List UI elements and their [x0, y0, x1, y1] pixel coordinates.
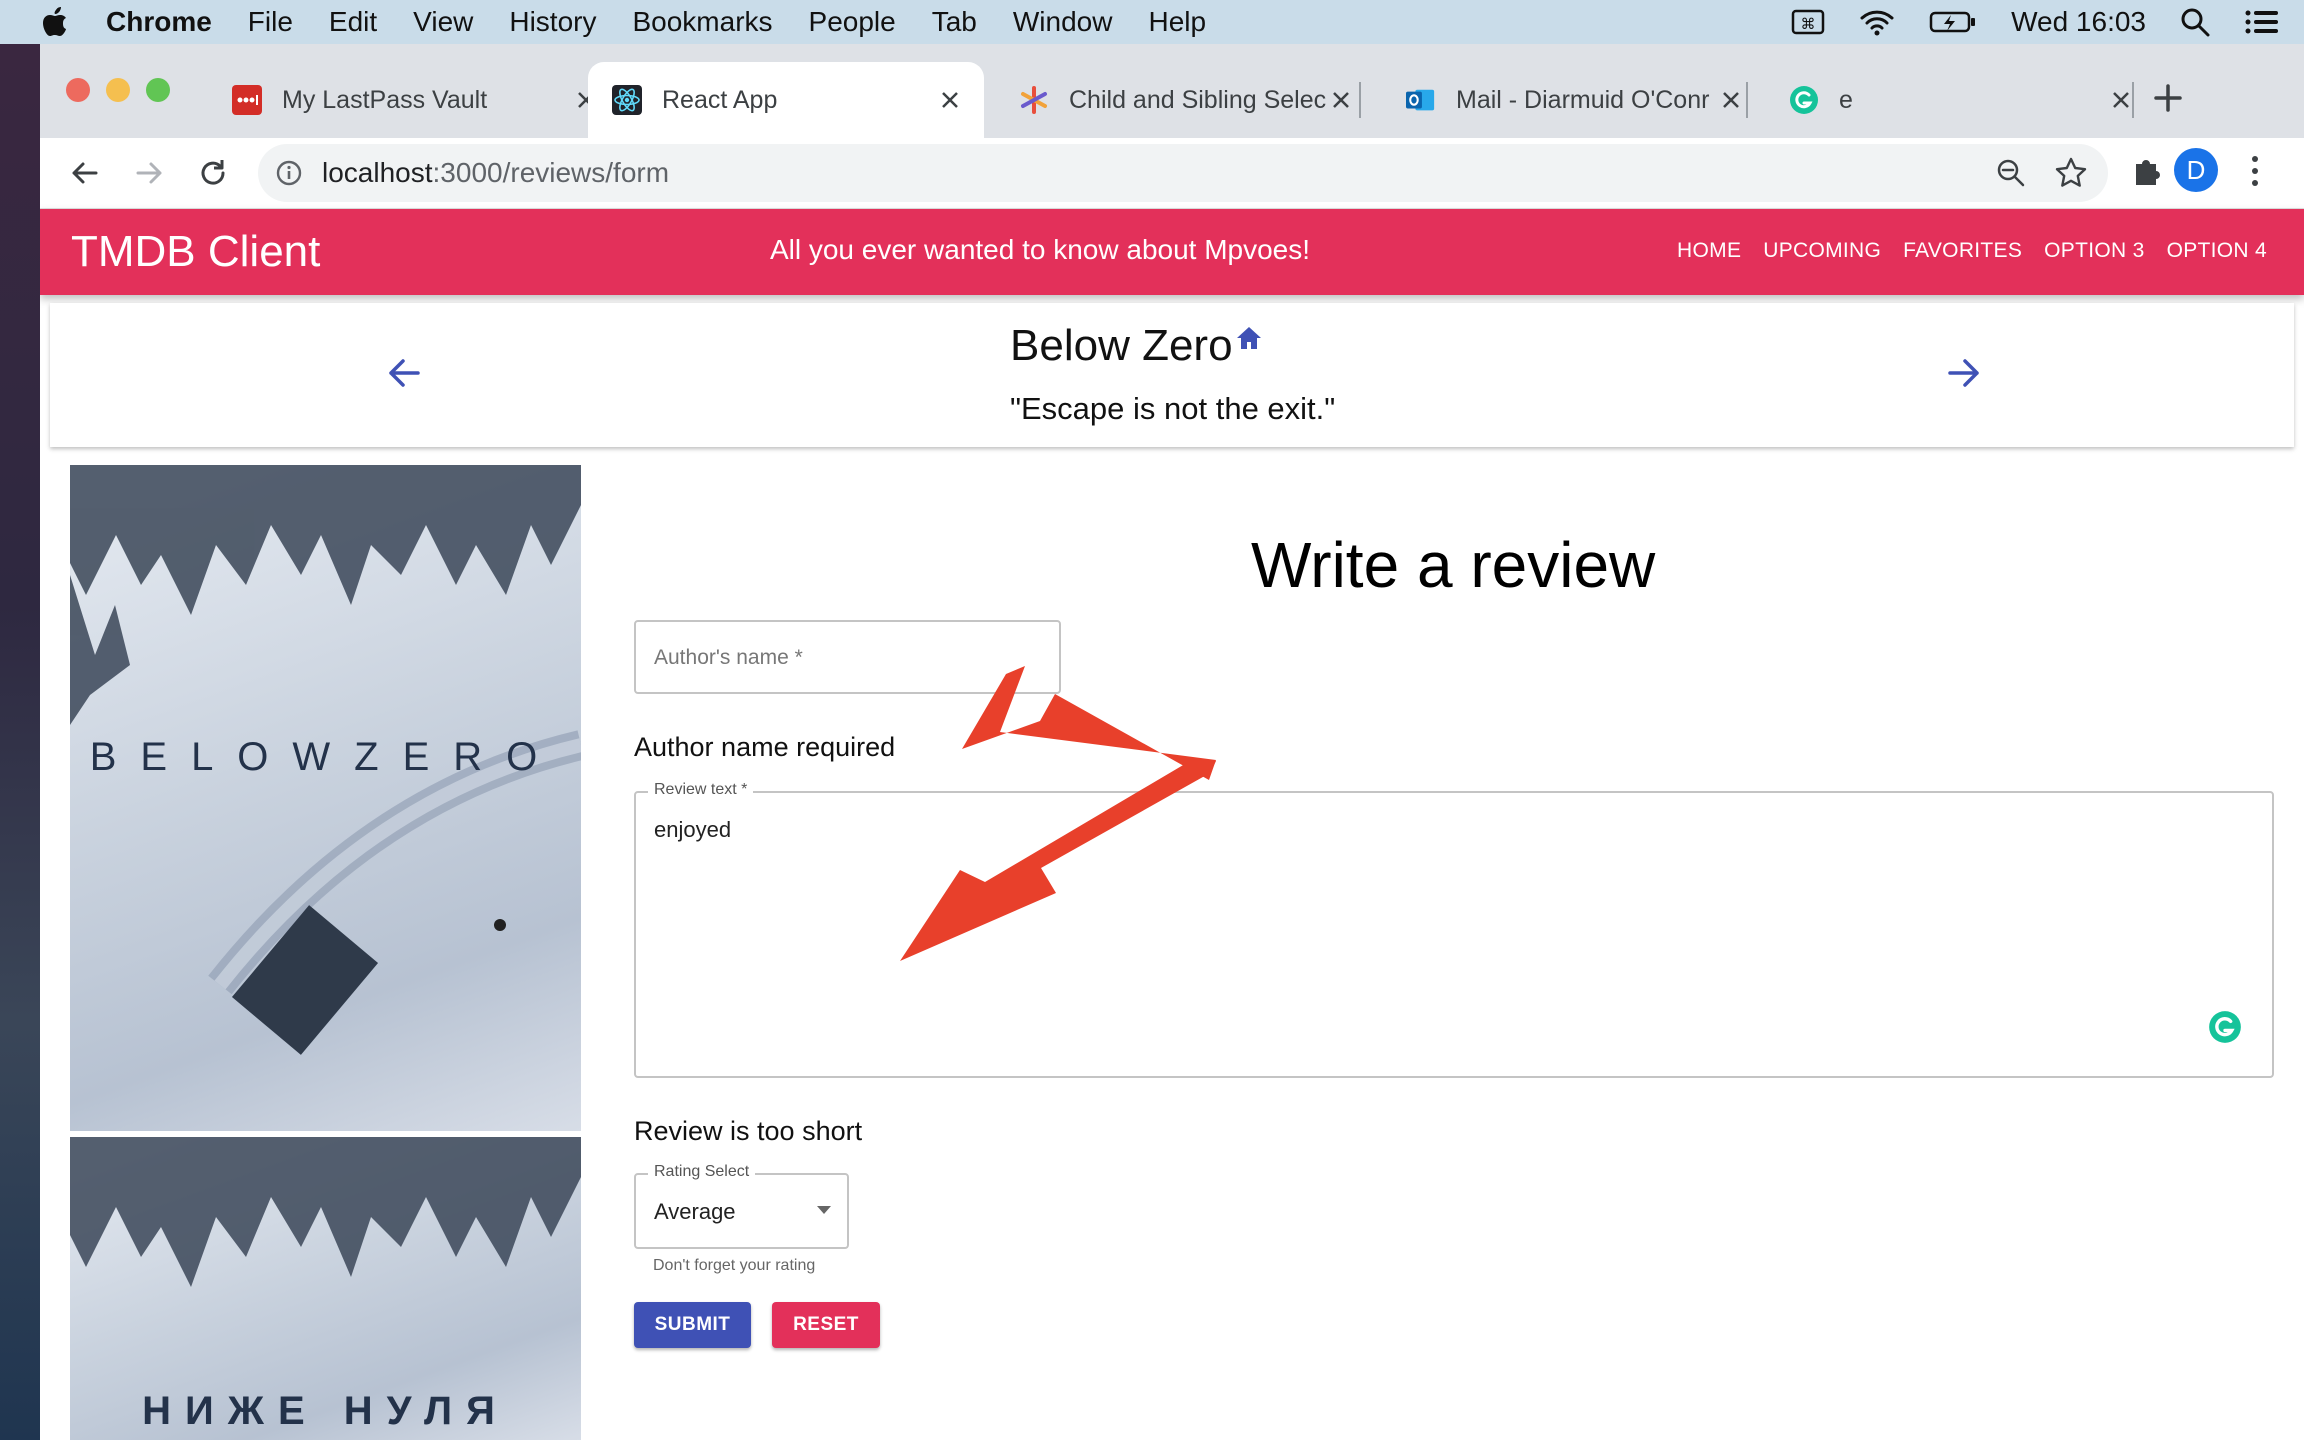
menubar-clock[interactable]: Wed 16:03: [2011, 6, 2146, 38]
tab-separator: [2132, 82, 2134, 118]
url-path: :3000/reviews/form: [432, 157, 670, 188]
review-text-error: Review is too short: [634, 1116, 863, 1146]
bookmark-star-icon[interactable]: [2054, 156, 2088, 190]
movie-poster: BELOWZERO: [70, 465, 581, 1131]
wifi-icon[interactable]: [1859, 8, 1895, 36]
profile-avatar[interactable]: D: [2174, 148, 2218, 192]
menu-tab[interactable]: Tab: [932, 6, 977, 38]
tab-separator: [1746, 82, 1748, 118]
nav-home[interactable]: HOME: [1666, 229, 1752, 273]
close-tab-icon[interactable]: [1717, 86, 1745, 114]
menu-view[interactable]: View: [413, 6, 473, 38]
author-name-error: Author name required: [634, 732, 896, 762]
arrow-forward-icon[interactable]: [1944, 353, 1984, 393]
new-tab-plus-icon[interactable]: [2150, 80, 2186, 116]
battery-icon[interactable]: [1929, 8, 1977, 36]
movie-header: Below Zero "Escape is not the exit.": [50, 303, 2294, 447]
submit-button[interactable]: SUBMIT: [634, 1302, 751, 1348]
rating-select-label: Rating Select: [648, 1163, 756, 1181]
poster-title-russian: НИЖЕ НУЛЯ: [142, 1389, 509, 1433]
close-tab-icon[interactable]: [2107, 86, 2135, 114]
back-arrow-icon[interactable]: [66, 154, 104, 192]
menu-file[interactable]: File: [248, 6, 293, 38]
home-icon[interactable]: [1235, 324, 1263, 352]
menu-history[interactable]: History: [509, 6, 596, 38]
movie-tagline: "Escape is not the exit.": [1010, 391, 1336, 426]
dropdown-arrow-icon[interactable]: [817, 1206, 831, 1214]
movie-poster-alt: НИЖЕ НУЛЯ: [70, 1137, 581, 1440]
tab-title: Child and Sibling Selec: [1069, 85, 1327, 114]
zoom-window-button[interactable]: [146, 78, 170, 102]
nav-upcoming[interactable]: UPCOMING: [1752, 229, 1892, 273]
close-window-button[interactable]: [66, 78, 90, 102]
rating-select[interactable]: Rating Select Average: [634, 1163, 849, 1249]
menu-edit[interactable]: Edit: [329, 6, 377, 38]
form-heading: Write a review: [1251, 529, 1656, 601]
react-icon: [612, 85, 642, 115]
tab-title: Mail - Diarmuid O'Conr: [1456, 85, 1710, 114]
rating-helper-text: Don't forget your rating: [653, 1257, 816, 1274]
more-options-icon[interactable]: [2250, 154, 2260, 188]
svg-text:⌘: ⌘: [1801, 15, 1816, 33]
grammarly-icon: [1789, 85, 1819, 115]
movie-title-row: Below Zero: [1010, 321, 1263, 371]
tab-child-sibling[interactable]: Child and Sibling Selec: [995, 62, 1375, 138]
review-text-area[interactable]: Review text * enjoyed: [634, 781, 2274, 1078]
reset-button[interactable]: RESET: [772, 1302, 880, 1348]
nav-favorites[interactable]: FAVORITES: [1892, 229, 2033, 273]
movie-title: Below Zero: [1010, 321, 1233, 370]
apple-icon[interactable]: [42, 7, 68, 37]
app-header-bar: TMDB Client All you ever wanted to know …: [40, 209, 2304, 295]
macos-menubar: Chrome File Edit View History Bookmarks …: [0, 0, 2304, 44]
poster-artwork: [70, 465, 581, 1055]
browser-window: My LastPass Vault React App Child and Si…: [40, 44, 2304, 1440]
extensions-puzzle-icon[interactable]: [2130, 154, 2164, 188]
main-nav: HOME UPCOMING FAVORITES OPTION 3 OPTION …: [1666, 229, 2278, 273]
asterisk-icon: [1019, 85, 1049, 115]
nav-option-4[interactable]: OPTION 4: [2156, 229, 2278, 273]
author-name-placeholder: Author's name *: [654, 646, 803, 669]
tab-separator: [1359, 82, 1361, 118]
menu-chrome[interactable]: Chrome: [106, 6, 212, 38]
tab-strip: My LastPass Vault React App Child and Si…: [40, 44, 2304, 138]
browser-toolbar: localhost:3000/reviews/form: [40, 138, 2304, 209]
menu-bookmarks[interactable]: Bookmarks: [632, 6, 772, 38]
desktop-background: [0, 44, 40, 1440]
menu-window[interactable]: Window: [1013, 6, 1113, 38]
keyboard-shortcut-icon[interactable]: ⌘: [1791, 8, 1825, 36]
close-tab-icon[interactable]: [936, 86, 964, 114]
tab-title: React App: [662, 85, 778, 114]
reload-icon[interactable]: [194, 154, 232, 192]
grammarly-icon[interactable]: [2208, 1010, 2242, 1044]
spotlight-search-icon[interactable]: [2180, 7, 2210, 37]
web-page: TMDB Client All you ever wanted to know …: [40, 209, 2304, 1440]
review-text-value: enjoyed: [654, 817, 732, 842]
nav-option-3[interactable]: OPTION 3: [2033, 229, 2155, 273]
menu-people[interactable]: People: [809, 6, 896, 38]
arrow-back-icon[interactable]: [384, 353, 424, 393]
menu-help[interactable]: Help: [1148, 6, 1206, 38]
address-bar[interactable]: localhost:3000/reviews/form: [258, 144, 2108, 202]
close-tab-icon[interactable]: [1327, 86, 1355, 114]
menubar-status-area: ⌘ Wed 16:03: [1791, 0, 2280, 44]
info-icon[interactable]: [276, 160, 302, 186]
tab-grammarly[interactable]: e: [1765, 62, 2155, 138]
url-host: localhost: [322, 157, 433, 188]
author-name-input[interactable]: Author's name *: [634, 620, 1061, 694]
lastpass-icon: [232, 85, 262, 115]
tab-title: My LastPass Vault: [282, 85, 488, 114]
tab-react-app[interactable]: React App: [588, 62, 984, 138]
forward-arrow-icon[interactable]: [130, 154, 168, 192]
outlook-icon: [1406, 85, 1436, 115]
rating-select-value: Average: [654, 1199, 736, 1224]
review-text-label: Review text *: [648, 781, 754, 799]
poster-title-english: BELOWZERO: [89, 735, 562, 779]
tab-lastpass[interactable]: My LastPass Vault: [208, 62, 620, 138]
zoom-out-icon[interactable]: [1996, 158, 2026, 188]
control-center-icon[interactable]: [2244, 8, 2280, 36]
tab-title: e: [1839, 85, 1853, 114]
tab-outlook-mail[interactable]: Mail - Diarmuid O'Conr: [1382, 62, 1765, 138]
minimize-window-button[interactable]: [106, 78, 130, 102]
